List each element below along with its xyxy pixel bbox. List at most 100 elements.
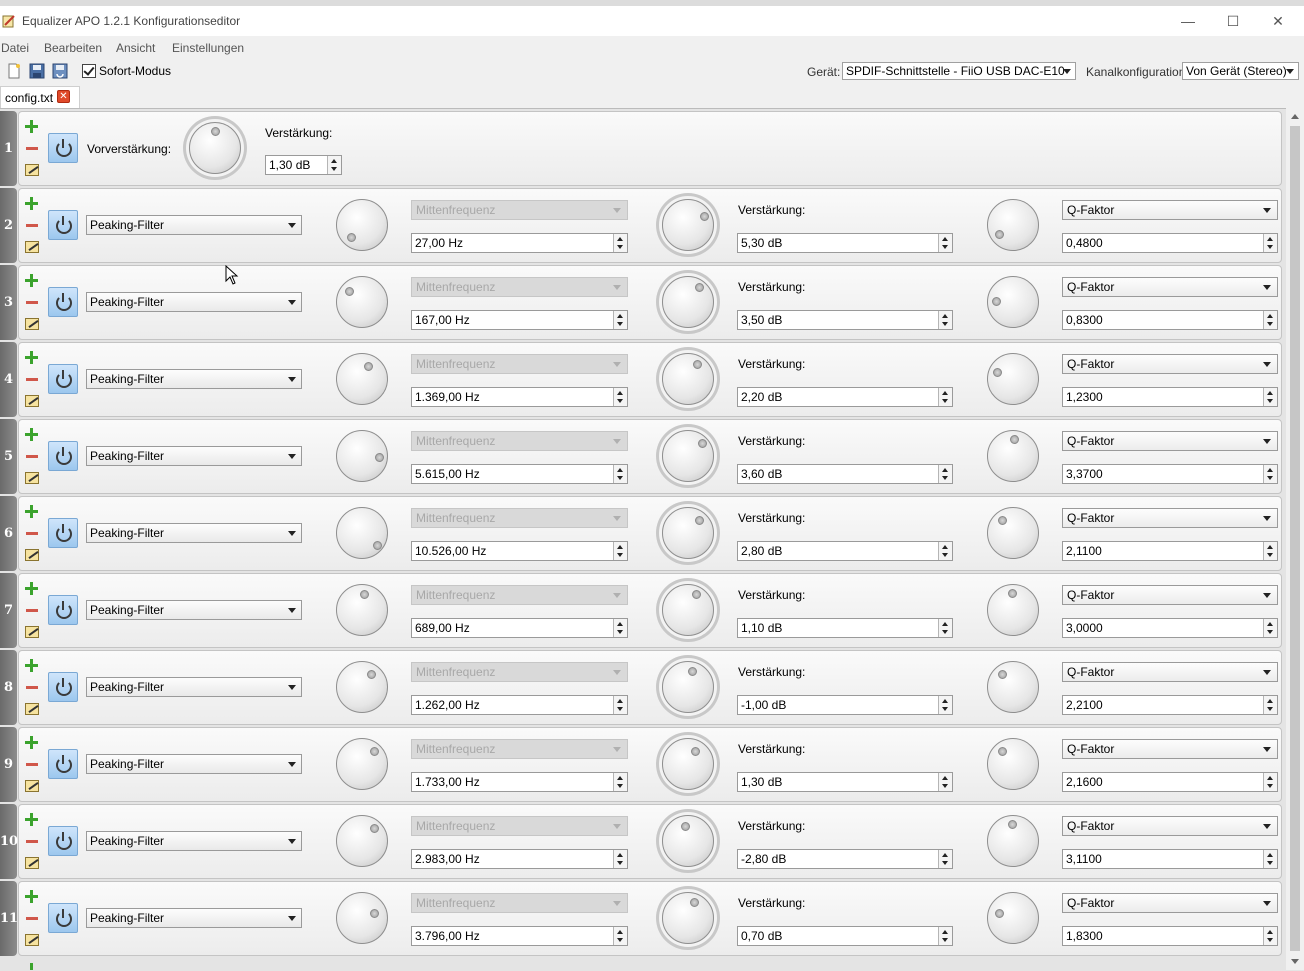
q-knob[interactable]: [987, 738, 1039, 790]
q-spinbox[interactable]: 2,1100: [1062, 541, 1278, 561]
q-knob[interactable]: [987, 507, 1039, 559]
remove-filter-icon[interactable]: [26, 301, 38, 304]
vertical-scrollbar[interactable]: [1286, 108, 1304, 970]
spin-arrows-icon[interactable]: [1263, 773, 1277, 791]
gain-knob[interactable]: [662, 199, 714, 251]
close-button[interactable]: ✕: [1256, 8, 1300, 34]
q-param-select[interactable]: Q-Faktor: [1062, 893, 1278, 913]
remove-filter-icon[interactable]: [26, 763, 38, 766]
spin-arrows-icon[interactable]: [938, 465, 952, 483]
q-knob[interactable]: [987, 815, 1039, 867]
spin-arrows-icon[interactable]: [938, 619, 952, 637]
filter-type-select[interactable]: Peaking-Filter: [86, 754, 302, 774]
gain-spinbox[interactable]: 5,30 dB: [737, 233, 953, 253]
power-toggle-icon[interactable]: [48, 133, 78, 163]
close-tab-icon[interactable]: ✕: [57, 90, 70, 103]
add-filter-icon[interactable]: [25, 582, 38, 595]
frequency-knob[interactable]: [336, 584, 388, 636]
add-filter-icon[interactable]: [25, 428, 38, 441]
q-param-select[interactable]: Q-Faktor: [1062, 508, 1278, 528]
menu-datei[interactable]: Datei: [1, 41, 29, 55]
edit-icon[interactable]: [25, 549, 39, 561]
filter-type-select[interactable]: Peaking-Filter: [86, 677, 302, 697]
gain-spinbox[interactable]: 0,70 dB: [737, 926, 953, 946]
edit-icon[interactable]: [25, 318, 39, 330]
channel-config-select[interactable]: Von Gerät (Stereo): [1182, 62, 1299, 80]
edit-icon[interactable]: [25, 626, 39, 638]
filter-type-select[interactable]: Peaking-Filter: [86, 523, 302, 543]
q-param-select[interactable]: Q-Faktor: [1062, 431, 1278, 451]
spin-arrows-icon[interactable]: [613, 465, 627, 483]
spin-arrows-icon[interactable]: [613, 234, 627, 252]
remove-filter-icon[interactable]: [26, 917, 38, 920]
frequency-knob[interactable]: [336, 199, 388, 251]
remove-filter-icon[interactable]: [26, 378, 38, 381]
spin-arrows-icon[interactable]: [1263, 465, 1277, 483]
edit-icon[interactable]: [25, 857, 39, 869]
tab-config[interactable]: config.txt ✕: [0, 86, 80, 108]
q-spinbox[interactable]: 0,8300: [1062, 310, 1278, 330]
frequency-knob[interactable]: [336, 430, 388, 482]
new-file-icon[interactable]: [6, 63, 22, 79]
preamp-knob[interactable]: [189, 122, 241, 174]
spin-arrows-icon[interactable]: [1263, 850, 1277, 868]
frequency-knob[interactable]: [336, 507, 388, 559]
filter-type-select[interactable]: Peaking-Filter: [86, 369, 302, 389]
spin-arrows-icon[interactable]: [613, 850, 627, 868]
remove-filter-icon[interactable]: [26, 455, 38, 458]
q-param-select[interactable]: Q-Faktor: [1062, 585, 1278, 605]
gain-knob[interactable]: [662, 507, 714, 559]
add-filter-icon[interactable]: [25, 351, 38, 364]
q-param-select[interactable]: Q-Faktor: [1062, 277, 1278, 297]
q-knob[interactable]: [987, 661, 1039, 713]
title-bar[interactable]: Equalizer APO 1.2.1 Konfigurationseditor…: [0, 6, 1304, 36]
spin-arrows-icon[interactable]: [1263, 927, 1277, 945]
spin-arrows-icon[interactable]: [613, 696, 627, 714]
q-param-select[interactable]: Q-Faktor: [1062, 662, 1278, 682]
spin-arrows-icon[interactable]: [613, 619, 627, 637]
frequency-spinbox[interactable]: 5.615,00 Hz: [411, 464, 628, 484]
filter-type-select[interactable]: Peaking-Filter: [86, 292, 302, 312]
scroll-thumb[interactable]: [1290, 126, 1300, 951]
add-filter-icon[interactable]: [25, 659, 38, 672]
q-spinbox[interactable]: 3,1100: [1062, 849, 1278, 869]
spin-arrows-icon[interactable]: [613, 311, 627, 329]
edit-icon[interactable]: [25, 703, 39, 715]
power-toggle-icon[interactable]: [48, 749, 78, 779]
power-toggle-icon[interactable]: [48, 441, 78, 471]
q-knob[interactable]: [987, 430, 1039, 482]
spin-arrows-icon[interactable]: [938, 542, 952, 560]
menu-ansicht[interactable]: Ansicht: [116, 41, 155, 55]
power-toggle-icon[interactable]: [48, 364, 78, 394]
filter-type-select[interactable]: Peaking-Filter: [86, 600, 302, 620]
gain-knob[interactable]: [662, 738, 714, 790]
power-toggle-icon[interactable]: [48, 672, 78, 702]
q-spinbox[interactable]: 0,4800: [1062, 233, 1278, 253]
power-toggle-icon[interactable]: [48, 903, 78, 933]
power-toggle-icon[interactable]: [48, 595, 78, 625]
q-param-select[interactable]: Q-Faktor: [1062, 816, 1278, 836]
spin-arrows-icon[interactable]: [1263, 388, 1277, 406]
q-param-select[interactable]: Q-Faktor: [1062, 200, 1278, 220]
frequency-spinbox[interactable]: 167,00 Hz: [411, 310, 628, 330]
spin-arrows-icon[interactable]: [1263, 234, 1277, 252]
gain-spinbox[interactable]: -1,00 dB: [737, 695, 953, 715]
gain-spinbox[interactable]: 1,30 dB: [737, 772, 953, 792]
q-spinbox[interactable]: 3,3700: [1062, 464, 1278, 484]
add-filter-icon[interactable]: [25, 963, 38, 970]
filter-type-select[interactable]: Peaking-Filter: [86, 831, 302, 851]
edit-icon[interactable]: [25, 241, 39, 253]
spin-arrows-icon[interactable]: [613, 773, 627, 791]
gain-knob[interactable]: [662, 430, 714, 482]
filter-type-select[interactable]: Peaking-Filter: [86, 908, 302, 928]
frequency-knob[interactable]: [336, 276, 388, 328]
frequency-spinbox[interactable]: 1.733,00 Hz: [411, 772, 628, 792]
frequency-spinbox[interactable]: 1.262,00 Hz: [411, 695, 628, 715]
edit-icon[interactable]: [25, 395, 39, 407]
gain-spinbox[interactable]: 3,60 dB: [737, 464, 953, 484]
gain-knob[interactable]: [662, 815, 714, 867]
spin-arrows-icon[interactable]: [613, 388, 627, 406]
remove-filter-icon[interactable]: [26, 686, 38, 689]
frequency-spinbox[interactable]: 689,00 Hz: [411, 618, 628, 638]
power-toggle-icon[interactable]: [48, 287, 78, 317]
